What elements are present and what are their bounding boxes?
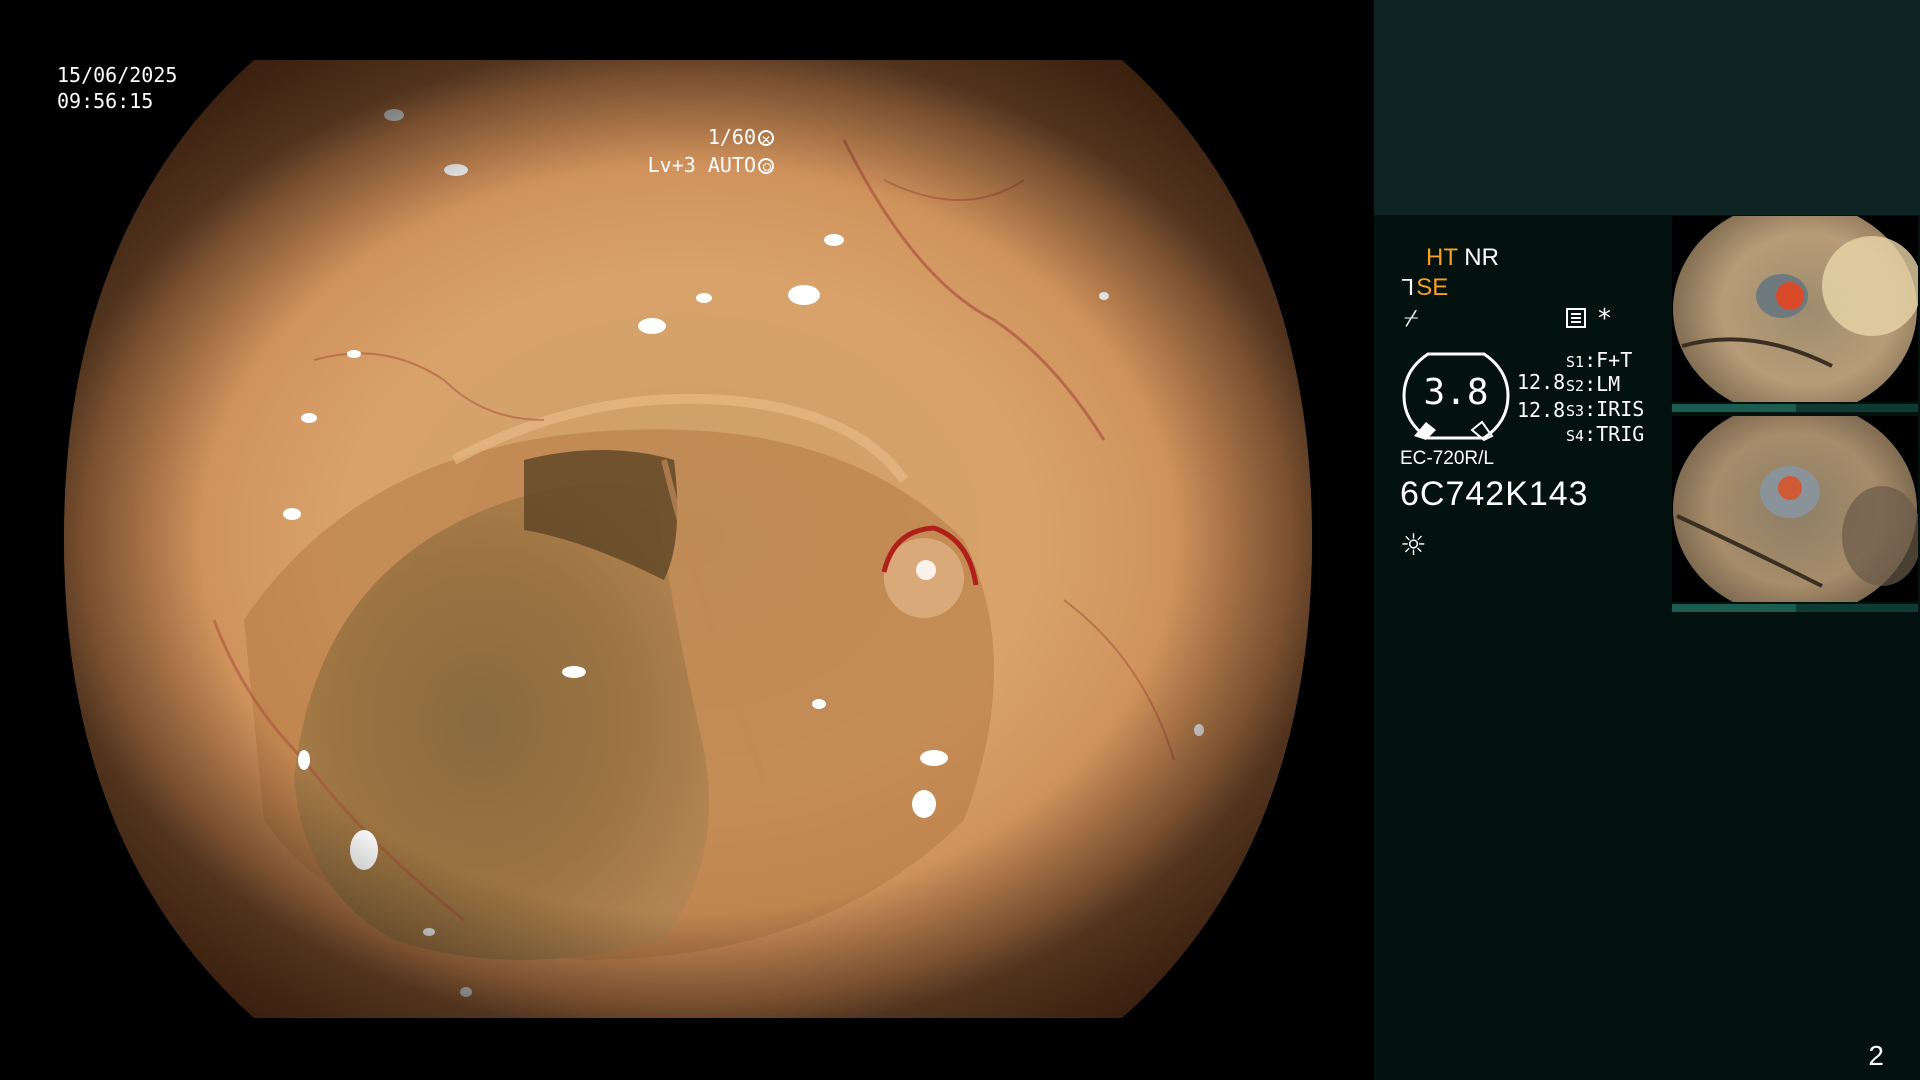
enhancement-status: HT NR <box>1426 244 1499 272</box>
flash-off-icon: ⌿ <box>1404 304 1419 332</box>
ht-indicator: HT <box>1426 244 1458 271</box>
switch-assignment-1: S1:F+T <box>1566 348 1633 372</box>
se-indicator: SE <box>1416 274 1449 301</box>
structure-enhancement: ⅂SE <box>1402 274 1448 302</box>
switch-function: TRIG <box>1596 422 1645 446</box>
iris-icon <box>758 158 774 174</box>
page-number: 2 <box>1868 1040 1884 1071</box>
iris-readout: Lv+3 AUTO <box>599 126 774 204</box>
endoscope-view: 15/06/2025 09:56:15 1/60 Lv+3 AUTO <box>0 0 1374 1080</box>
scope-model: EC-720R/L <box>1400 448 1494 469</box>
nr-indicator: NR <box>1464 244 1499 271</box>
switch-function: LM <box>1596 372 1621 396</box>
asterisk-icon: * <box>1598 304 1611 334</box>
capture-thumbnail-2[interactable] <box>1672 416 1918 602</box>
switch-key: S3 <box>1566 402 1585 420</box>
thumbnail-2-bar <box>1672 604 1918 612</box>
record-icon <box>1566 308 1586 328</box>
switch-assignment-4: S4:TRIG <box>1566 422 1645 446</box>
scope-serial: 6C742K143 <box>1400 475 1589 513</box>
capture-thumbnail-1[interactable] <box>1672 216 1918 402</box>
switch-function: IRIS <box>1596 397 1645 421</box>
iris-mode: Lv+3 AUTO <box>647 153 756 177</box>
zoom-value: 3.8 <box>1423 372 1489 413</box>
light-source-icon: ☼ <box>1400 528 1427 563</box>
switch-key: S4 <box>1566 427 1585 445</box>
panel-header-band <box>1374 0 1920 215</box>
scope-tip-icon: ⅂ <box>1402 276 1415 301</box>
thumbnail-1-bar <box>1672 404 1918 412</box>
switch-assignment-3: S3:IRIS <box>1566 397 1645 421</box>
switch-key: S2 <box>1566 377 1585 395</box>
switch-function: F+T <box>1596 348 1633 372</box>
switch-key: S1 <box>1566 353 1585 371</box>
setting-value-a: 12.8 <box>1517 370 1566 394</box>
capture-time: 09:56:15 <box>57 89 154 113</box>
setting-value-b: 12.8 <box>1517 398 1566 422</box>
capture-date: 15/06/2025 <box>57 63 178 87</box>
switch-assignment-2: S2:LM <box>1566 372 1621 396</box>
